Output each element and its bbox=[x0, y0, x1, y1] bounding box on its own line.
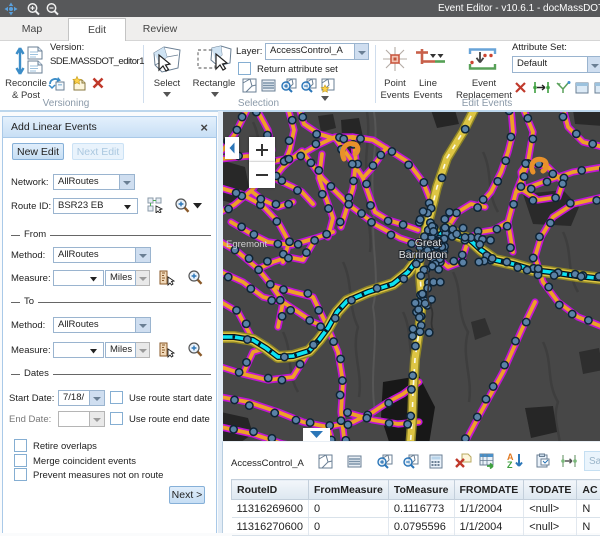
svg-text:Great: Great bbox=[415, 237, 441, 249]
svg-text:Z: Z bbox=[507, 460, 513, 469]
svg-text:Egremont: Egremont bbox=[226, 239, 268, 250]
svg-text:Barrington: Barrington bbox=[399, 249, 448, 261]
